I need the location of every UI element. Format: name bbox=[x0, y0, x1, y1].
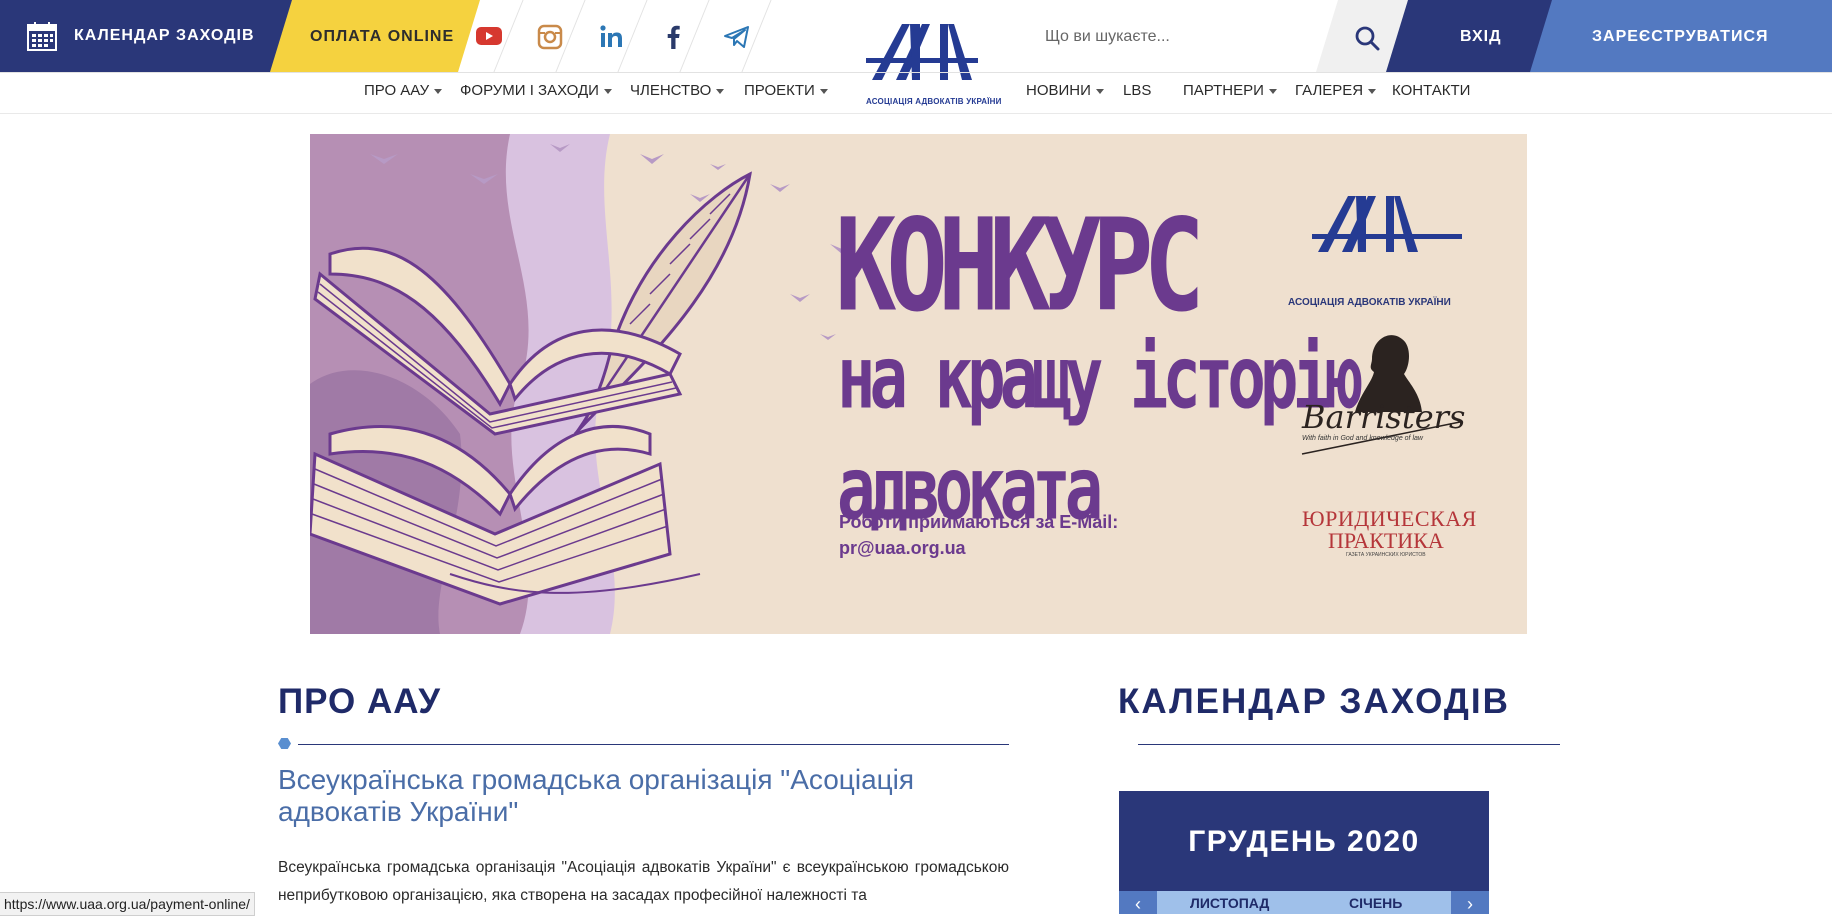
calendar-next-month[interactable]: СІЧЕНЬ bbox=[1349, 895, 1402, 911]
facebook-link[interactable] bbox=[644, 0, 706, 72]
youtube-link[interactable] bbox=[458, 0, 520, 72]
caret-down-icon bbox=[1095, 88, 1104, 94]
about-paragraph: Всеукраїнська громадська організація "Ас… bbox=[278, 859, 1009, 904]
nav-item-label: КОНТАКТИ bbox=[1392, 82, 1471, 99]
nav-item-membership[interactable]: ЧЛЕНСТВО bbox=[630, 82, 725, 99]
banner-logo2-word: Barristers bbox=[1302, 398, 1466, 436]
nav-item-label: LBS bbox=[1123, 82, 1152, 99]
nav-item-label: НОВИНИ bbox=[1026, 82, 1091, 99]
search-input[interactable]: Що ви шукаєте... bbox=[1045, 28, 1170, 46]
calendar-widget: ГРУДЕНЬ 2020 ‹ ЛИСТОПАД СІЧЕНЬ › bbox=[1119, 791, 1489, 914]
calendar-month-nav: ‹ ЛИСТОПАД СІЧЕНЬ › bbox=[1119, 891, 1489, 914]
nav-item-partners[interactable]: ПАРТНЕРИ bbox=[1183, 82, 1277, 99]
register-button[interactable]: ЗАРЕЄСТРУВАТИСЯ bbox=[1530, 0, 1832, 72]
hero-slider[interactable]: КОНКУРС на кращу історію адвоката Роботи … bbox=[310, 134, 1527, 634]
caret-down-icon bbox=[434, 88, 443, 94]
calendar-link-label: КАЛЕНДАР ЗАХОДІВ bbox=[74, 27, 255, 44]
telegram-link[interactable] bbox=[706, 0, 768, 72]
calendar-link[interactable]: КАЛЕНДАР ЗАХОДІВ bbox=[0, 0, 292, 72]
nav-item-lbs[interactable]: LBS bbox=[1123, 82, 1151, 99]
topbar-border bbox=[0, 72, 1832, 73]
chevron-left-icon[interactable]: ‹ bbox=[1119, 891, 1157, 914]
youtube-icon bbox=[476, 27, 502, 45]
search-icon bbox=[1354, 25, 1380, 51]
calendar-prev-month[interactable]: ЛИСТОПАД bbox=[1190, 895, 1269, 911]
online-payment-button[interactable]: ОПЛАТА ONLINE bbox=[270, 0, 480, 72]
nav-item-projects[interactable]: ПРОЕКТИ bbox=[744, 82, 828, 99]
banner-logo2-caption: With faith in God and knowledge of law bbox=[1302, 435, 1423, 442]
banner-email-label: Роботи приймаються за E-Mail: bbox=[839, 512, 1119, 532]
search-field[interactable]: Що ви шукаєте... bbox=[1014, 0, 1324, 72]
caret-down-icon bbox=[603, 88, 612, 94]
banner-title-line1: КОНКУРС bbox=[835, 192, 1205, 341]
banner-logo3-line2: ПРАКТИКА bbox=[1328, 528, 1444, 553]
facebook-icon bbox=[667, 25, 680, 49]
calendar-month-title: ГРУДЕНЬ 2020 bbox=[1188, 825, 1420, 858]
instagram-link[interactable] bbox=[520, 0, 582, 72]
calendar-icon bbox=[27, 22, 57, 51]
nav-item-contacts[interactable]: КОНТАКТИ bbox=[1392, 82, 1470, 99]
browser-status-url: https://www.uaa.org.ua/payment-online/ bbox=[0, 892, 255, 916]
banner-email: pr@uaa.org.ua bbox=[839, 538, 966, 558]
telegram-icon bbox=[724, 26, 749, 48]
nav-item-news[interactable]: НОВИНИ bbox=[1026, 82, 1104, 99]
linkedin-icon bbox=[600, 25, 622, 47]
calendar-heading-rule bbox=[1138, 744, 1560, 745]
linkedin-link[interactable] bbox=[582, 0, 644, 72]
about-subtitle: Всеукраїнська громадська організація "Ас… bbox=[278, 764, 915, 827]
nav-item-label: ГАЛЕРЕЯ bbox=[1295, 82, 1364, 99]
banner-title-line2-text: на кращу історію bbox=[837, 329, 1363, 430]
nav-item-label: ПРОЕКТИ bbox=[744, 82, 815, 99]
nav-item-gallery[interactable]: ГАЛЕРЕЯ bbox=[1295, 82, 1377, 99]
nav-item-label: ФОРУМИ І ЗАХОДИ bbox=[460, 82, 599, 99]
online-payment-label: ОПЛАТА ONLINE bbox=[310, 28, 455, 45]
register-label: ЗАРЕЄСТРУВАТИСЯ bbox=[1592, 28, 1769, 45]
top-bar: КАЛЕНДАР ЗАХОДІВ ОПЛАТА ONLINE АСОЦІАЦІЯ… bbox=[0, 0, 1832, 106]
banner-logo3-caption: ГАЗЕТА УКРАИНСКИХ ЮРИСТОВ bbox=[1346, 552, 1426, 558]
about-heading: ПРО ААУ bbox=[278, 682, 441, 721]
caret-down-icon bbox=[819, 88, 828, 94]
instagram-icon bbox=[537, 24, 563, 50]
nav-item-label: ПАРТНЕРИ bbox=[1183, 82, 1264, 99]
nav-item-forums[interactable]: ФОРУМИ І ЗАХОДИ bbox=[460, 82, 612, 99]
hexagon-bullet-icon bbox=[278, 738, 291, 749]
banner-logo1-caption: АСОЦІАЦІЯ АДВОКАТІВ УКРАЇНИ bbox=[1288, 297, 1451, 308]
main-nav: ПРО ААУ ФОРУМИ І ЗАХОДИ ЧЛЕНСТВО ПРОЕКТИ… bbox=[0, 82, 1832, 106]
login-label: ВХІД bbox=[1460, 28, 1502, 45]
caret-down-icon bbox=[716, 88, 725, 94]
caret-down-icon bbox=[1268, 88, 1277, 94]
nav-border bbox=[0, 113, 1832, 114]
about-heading-rule bbox=[298, 744, 1009, 745]
nav-item-about[interactable]: ПРО ААУ bbox=[364, 82, 443, 99]
chevron-right-icon[interactable]: › bbox=[1451, 891, 1489, 914]
caret-down-icon bbox=[1368, 88, 1377, 94]
nav-item-label: ПРО ААУ bbox=[364, 82, 430, 99]
nav-item-label: ЧЛЕНСТВО bbox=[630, 82, 712, 99]
calendar-heading: КАЛЕНДАР ЗАХОДІВ bbox=[1118, 682, 1510, 721]
